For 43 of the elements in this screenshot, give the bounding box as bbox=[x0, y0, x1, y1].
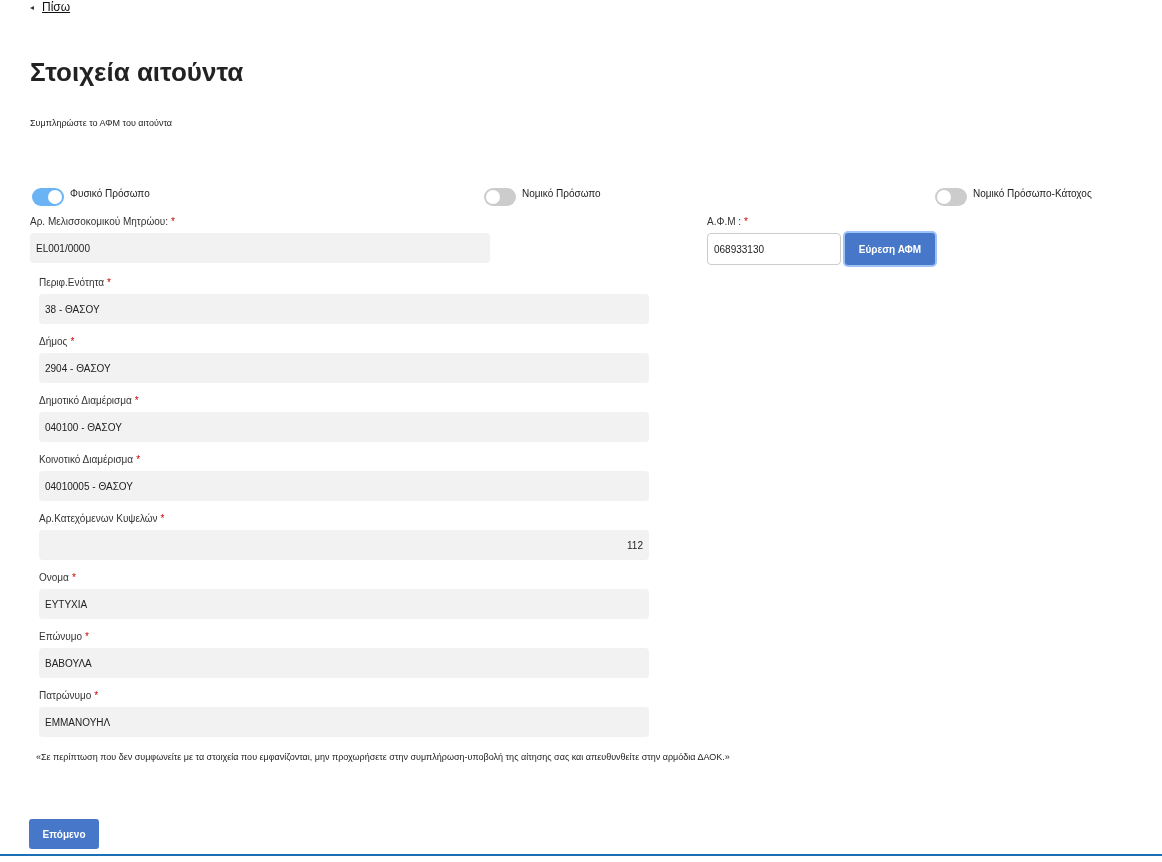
input-field[interactable]: ΕΜΜΑΝΟΥΗΛ bbox=[39, 707, 649, 737]
field-label: Περιφ.Ενότητα bbox=[39, 277, 105, 289]
required-mark: * bbox=[136, 454, 141, 466]
notice-text: «Σε περίπτωση που δεν συμφωνείτε με τα στοιχεία που εμφανίζονται, μην προχωρήσετε στην συμπλήρωση-υποβολή της αίτησης σας και απευθυνθείτε στην αρμόδια ΔΑΟΚ.» bbox=[36, 751, 731, 763]
toggle-switch[interactable] bbox=[484, 188, 516, 206]
caret-icon: ◂ bbox=[30, 2, 34, 12]
input-field[interactable]: 2904 - ΘΑΣΟΥ bbox=[39, 353, 649, 383]
required-mark: * bbox=[71, 572, 76, 584]
find-tax-id-button[interactable]: Εύρεση ΑΦΜ bbox=[845, 233, 935, 265]
input-field[interactable]: 04010005 - ΘΑΣΟΥ bbox=[39, 471, 649, 501]
field-label: Αρ.Κατεχόμενων Κυψελών bbox=[39, 513, 158, 525]
field-label: Κοινοτικό Διαμέρισμα bbox=[39, 454, 134, 466]
toggle-switch[interactable] bbox=[32, 188, 64, 206]
instruction-text: Συμπληρώστε το ΑΦΜ του αιτούντα bbox=[30, 117, 174, 129]
toggle-switch[interactable] bbox=[935, 188, 967, 206]
toggle-label: Νομικό Πρόσωπο bbox=[522, 188, 601, 200]
input-field[interactable]: 040100 - ΘΑΣΟΥ bbox=[39, 412, 649, 442]
tax-id-field[interactable]: 068933130 bbox=[707, 233, 841, 265]
required-mark: * bbox=[94, 690, 99, 702]
field-label: Δημοτικό Διαμέρισμα bbox=[39, 395, 132, 407]
back-link[interactable]: Πίσω bbox=[42, 0, 71, 14]
input-field[interactable]: 112 bbox=[39, 530, 649, 560]
input-field[interactable]: ΕΥΤΥΧΙΑ bbox=[39, 589, 649, 619]
next-button[interactable]: Επόμενο bbox=[29, 819, 99, 849]
input-field[interactable]: 38 - ΘΑΣΟΥ bbox=[39, 294, 649, 324]
field-label: Αρ. Μελισσοκομικού Μητρώου: bbox=[30, 216, 169, 228]
field-label: Α.Φ.Μ : bbox=[707, 216, 742, 228]
required-mark: * bbox=[70, 336, 75, 348]
required-mark: * bbox=[134, 395, 139, 407]
field-label: Δήμος bbox=[39, 336, 68, 348]
required-mark: * bbox=[744, 216, 748, 228]
required-mark: * bbox=[107, 277, 111, 289]
required-mark: * bbox=[171, 216, 175, 228]
field-label: Επώνυμο bbox=[39, 631, 83, 643]
required-mark: * bbox=[85, 631, 89, 643]
toggle-label: Νομικό Πρόσωπο-Κάτοχος bbox=[973, 188, 1092, 200]
page-title: Στοιχεία αιτούντα bbox=[30, 56, 245, 88]
field-label: Πατρώνυμο bbox=[39, 690, 92, 702]
toggle-label: Φυσικό Πρόσωπο bbox=[70, 188, 150, 200]
required-mark: * bbox=[160, 513, 165, 525]
input-field[interactable]: ΒΑΒΟΥΛΑ bbox=[39, 648, 649, 678]
field-label: Ονομα bbox=[39, 572, 69, 584]
input-field[interactable]: EL001/0000 bbox=[30, 233, 490, 263]
